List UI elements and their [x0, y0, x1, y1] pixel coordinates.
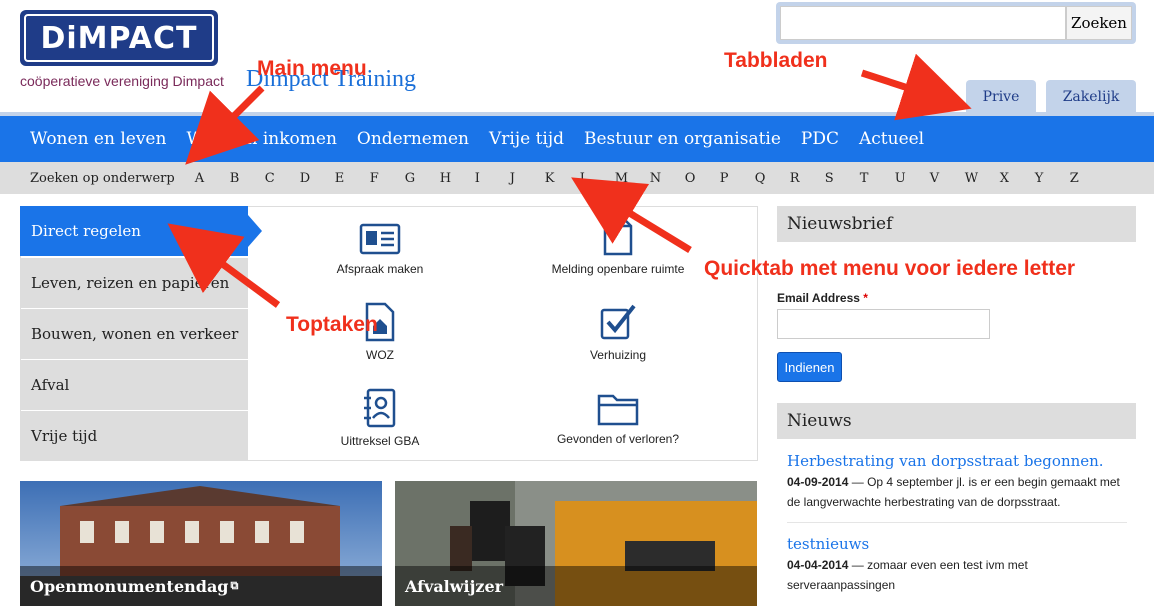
folder-icon: [597, 394, 639, 426]
letter-c[interactable]: C: [265, 171, 300, 186]
letter-r[interactable]: R: [790, 171, 825, 186]
letter-q[interactable]: Q: [755, 171, 790, 186]
letter-u[interactable]: U: [895, 171, 930, 186]
letter-d[interactable]: D: [300, 171, 335, 186]
category-leven-reizen-papieren[interactable]: Leven, reizen en papieren: [20, 258, 248, 308]
letter-o[interactable]: O: [685, 171, 720, 186]
main-menu: Wonen en leven Werk en inkomen Onderneme…: [0, 112, 1154, 162]
menu-item-bestuur-en-organisatie[interactable]: Bestuur en organisatie: [584, 129, 781, 149]
letter-w[interactable]: W: [965, 171, 1000, 186]
news-date: 04-09-2014: [787, 475, 849, 489]
task-melding-openbare-ruimte[interactable]: Melding openbare ruimte: [518, 216, 718, 276]
checklist-icon: [600, 304, 636, 340]
active-category-arrow: [248, 215, 262, 247]
alphabet-bar: Zoeken op onderwerp A B C D E F G H I J …: [0, 162, 1154, 194]
task-uittreksel-gba[interactable]: Uittreksel GBA: [280, 388, 480, 448]
letter-m[interactable]: M: [615, 171, 650, 186]
letter-h[interactable]: H: [440, 171, 475, 186]
document-icon: [603, 216, 633, 256]
news-header: Nieuws: [777, 403, 1136, 439]
letter-k[interactable]: K: [545, 171, 580, 186]
news-date: 04-04-2014: [787, 558, 849, 572]
promo-openmonumentendag[interactable]: Openmonumentendag ⧉: [20, 481, 382, 606]
task-label: Uittreksel GBA: [340, 434, 420, 448]
annotation-toptaken: Toptaken: [286, 313, 378, 336]
news-item-title[interactable]: Herbestrating van dorpsstraat begonnen.: [787, 452, 1104, 470]
letter-v[interactable]: V: [930, 171, 965, 186]
letter-a[interactable]: A: [195, 171, 230, 186]
menu-item-ondernemen[interactable]: Ondernemen: [357, 129, 469, 149]
promo-label: Openmonumentendag: [30, 576, 229, 596]
news-item-body: 04-09-2014 — Op 4 september jl. is er ee…: [787, 472, 1127, 512]
letter-z[interactable]: Z: [1070, 171, 1105, 186]
news-separator: —: [848, 475, 868, 489]
newsletter-header: Nieuwsbrief: [777, 206, 1136, 242]
search-button[interactable]: Zoeken: [1066, 6, 1132, 40]
letter-b[interactable]: B: [230, 171, 265, 186]
letter-g[interactable]: G: [405, 171, 440, 186]
letter-i[interactable]: I: [475, 171, 510, 186]
annotation-tabbladen: Tabbladen: [724, 49, 828, 72]
email-label-text: Email Address: [777, 291, 860, 305]
menu-item-vrije-tijd[interactable]: Vrije tijd: [489, 129, 564, 149]
letter-t[interactable]: T: [860, 171, 895, 186]
menu-item-pdc[interactable]: PDC: [801, 129, 839, 149]
task-label: Afspraak maken: [336, 262, 424, 276]
category-vrije-tijd[interactable]: Vrije tijd: [20, 411, 248, 461]
menu-item-wonen-en-leven[interactable]: Wonen en leven: [30, 129, 166, 149]
external-link-icon: ⧉: [230, 579, 239, 592]
arrow-tabbladen: [860, 53, 972, 121]
task-label: WOZ: [366, 348, 394, 362]
logo-text: DiMPACT: [24, 14, 214, 62]
search-bar: Zoeken: [776, 2, 1136, 44]
logo-subtitle: coöperatieve vereniging Dimpact: [20, 73, 224, 89]
letter-e[interactable]: E: [335, 171, 370, 186]
news-item-body: 04-04-2014 — zomaar even een test ivm me…: [787, 555, 1127, 595]
news-divider: [787, 522, 1127, 523]
task-label: Verhuizing: [589, 348, 647, 362]
letter-l[interactable]: L: [580, 171, 615, 186]
letter-j[interactable]: J: [510, 171, 545, 186]
category-bouwen-wonen-verkeer[interactable]: Bouwen, wonen en verkeer: [20, 309, 248, 359]
tab-prive[interactable]: Prive: [966, 80, 1036, 114]
promo-label: Afvalwijzer: [405, 576, 504, 596]
category-direct-regelen[interactable]: Direct regelen: [20, 206, 248, 256]
letter-p[interactable]: P: [720, 171, 755, 186]
annotation-main-menu: Main menu: [257, 57, 367, 80]
email-field[interactable]: [777, 309, 990, 339]
letter-s[interactable]: S: [825, 171, 860, 186]
menu-item-actueel[interactable]: Actueel: [859, 129, 924, 149]
id-card-icon: [359, 223, 401, 255]
letter-y[interactable]: Y: [1035, 171, 1070, 186]
alphabet-label: Zoeken op onderwerp: [30, 170, 175, 186]
letter-n[interactable]: N: [650, 171, 685, 186]
submit-button[interactable]: Indienen: [777, 352, 842, 382]
category-afval[interactable]: Afval: [20, 360, 248, 410]
task-verhuizing[interactable]: Verhuizing: [518, 302, 718, 362]
tab-zakelijk[interactable]: Zakelijk: [1046, 80, 1136, 114]
promo-caption: Openmonumentendag ⧉: [20, 566, 382, 606]
required-mark: *: [863, 291, 868, 305]
menu-item-werk-en-inkomen[interactable]: Werk en inkomen: [186, 129, 336, 149]
task-label: Melding openbare ruimte: [551, 262, 685, 276]
news-item-title[interactable]: testnieuws: [787, 535, 869, 553]
task-gevonden-of-verloren[interactable]: Gevonden of verloren?: [518, 390, 718, 446]
promo-afvalwijzer[interactable]: Afvalwijzer: [395, 481, 757, 606]
logo[interactable]: DiMPACT: [20, 10, 218, 66]
letter-f[interactable]: F: [370, 171, 405, 186]
task-afspraak-maken[interactable]: Afspraak maken: [280, 222, 480, 276]
search-input[interactable]: [780, 6, 1066, 40]
promo-caption: Afvalwijzer: [395, 566, 757, 606]
email-label: Email Address *: [777, 291, 868, 305]
address-book-icon: [364, 388, 396, 428]
annotation-quicktab: Quicktab met menu voor iedere letter: [704, 257, 1076, 280]
task-label: Gevonden of verloren?: [556, 432, 680, 446]
news-separator: —: [848, 558, 868, 572]
letter-x[interactable]: X: [1000, 171, 1035, 186]
